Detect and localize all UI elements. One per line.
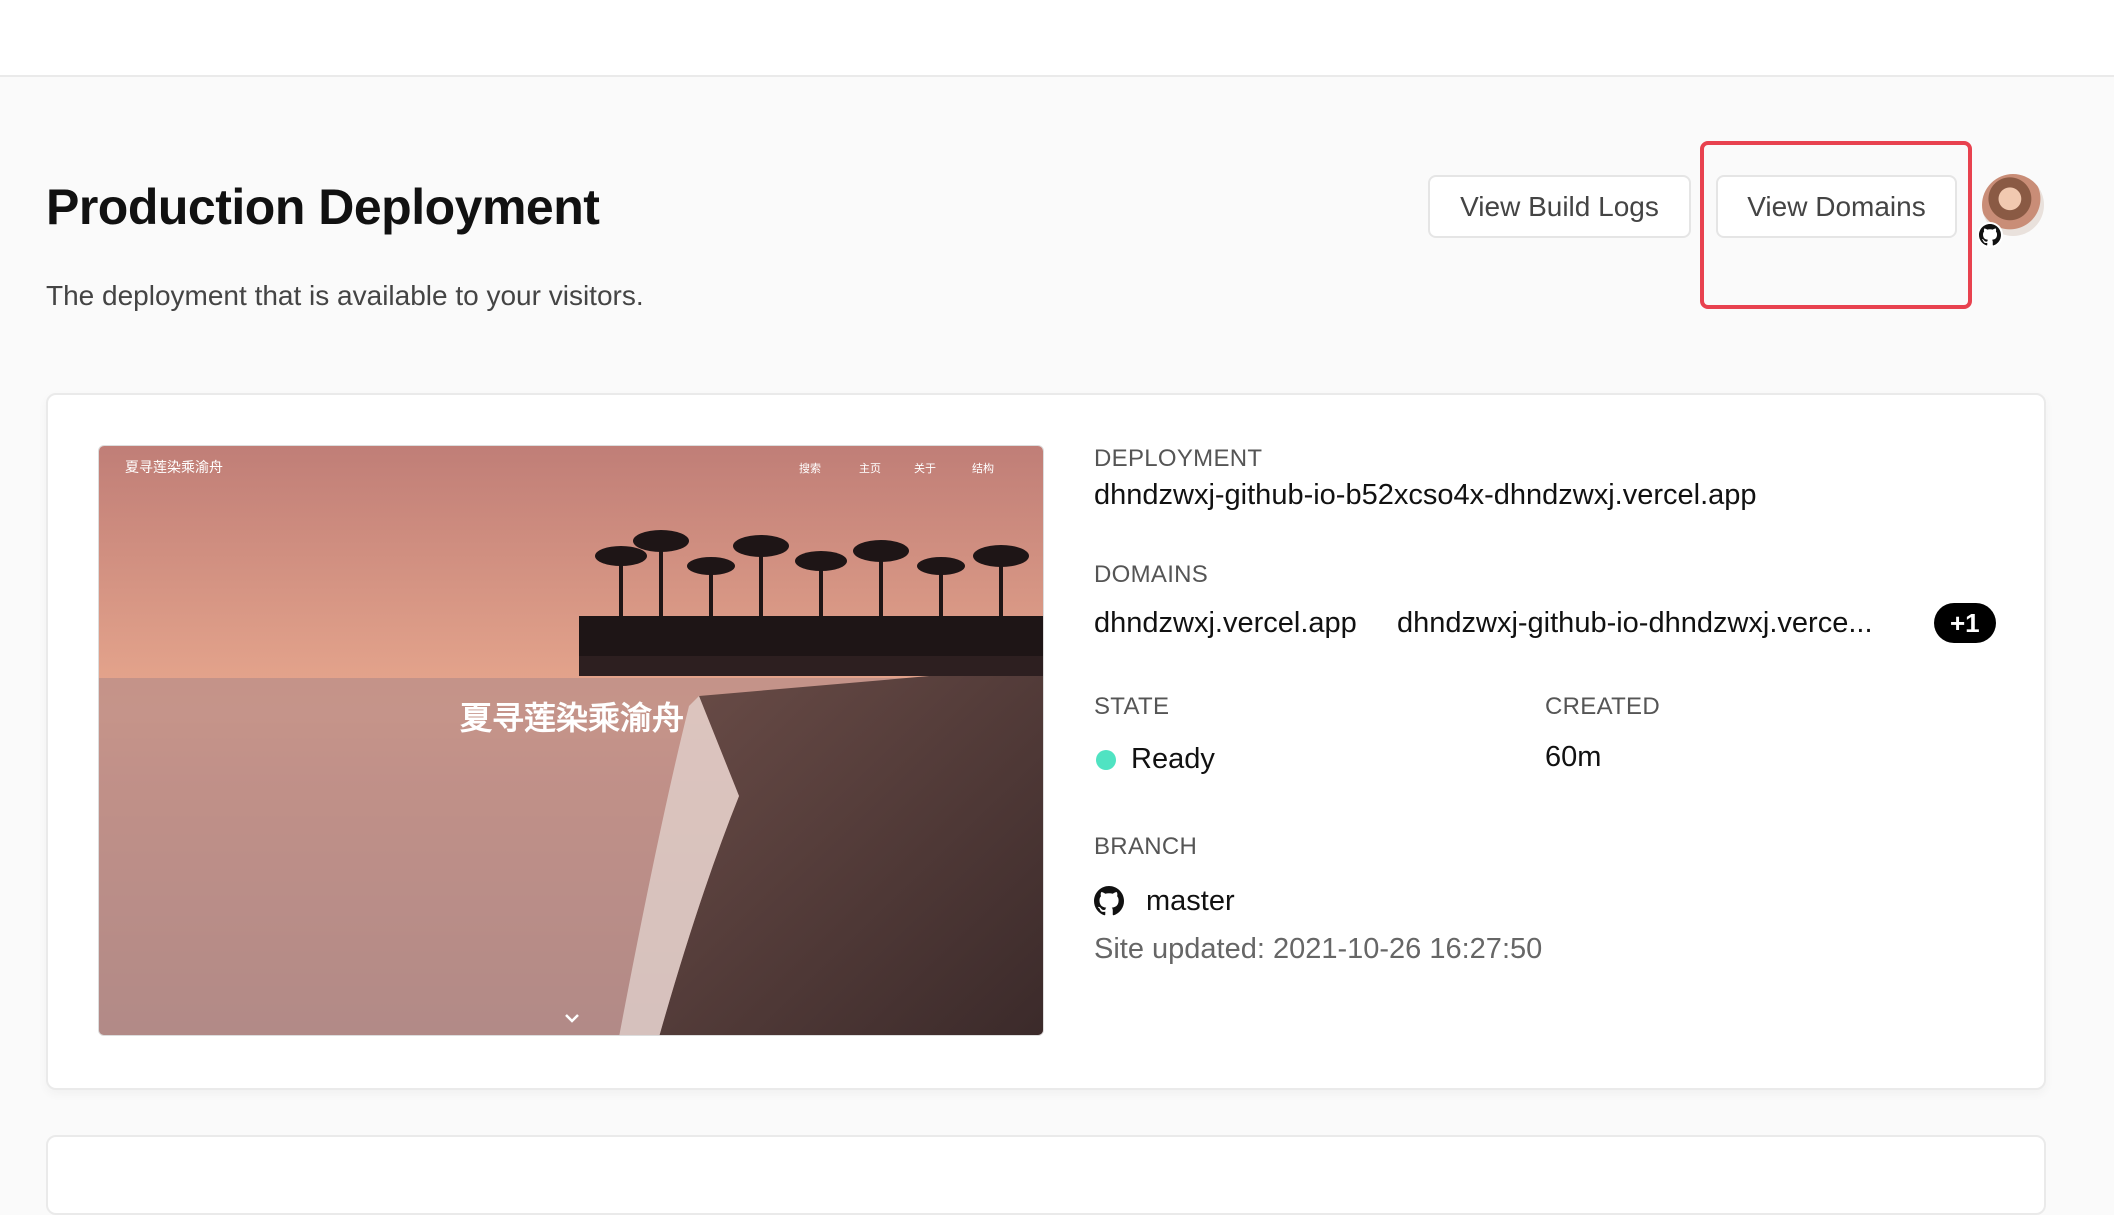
deployment-preview-screenshot[interactable]: 夏寻莲染乘渝舟 搜索 主页 关于 结构 夏寻莲染乘渝舟: [98, 445, 1044, 1036]
created-label: CREATED: [1545, 693, 1660, 720]
github-icon: [1977, 222, 2003, 248]
view-domains-button[interactable]: View Domains: [1716, 175, 1957, 238]
preview-nav-item: 结构: [972, 461, 994, 475]
state-label: STATE: [1094, 693, 1170, 720]
github-icon: [1094, 886, 1124, 921]
view-build-logs-button[interactable]: View Build Logs: [1428, 175, 1691, 238]
preview-site-title: 夏寻莲染乘渝舟: [125, 460, 223, 476]
deployment-label: DEPLOYMENT: [1094, 445, 1263, 472]
preview-nav-item: 搜索: [799, 461, 821, 475]
page-subtitle: The deployment that is available to your…: [46, 280, 644, 311]
preview-hero-title: 夏寻莲染乘渝舟: [460, 699, 684, 737]
domain-link[interactable]: dhndzwxj-github-io-dhndzwxj.verce...: [1397, 607, 1873, 640]
preview-nav-item: 关于: [914, 461, 936, 475]
status-value: Ready: [1131, 743, 1215, 775]
created-value: 60m: [1545, 741, 1602, 773]
domains-label: DOMAINS: [1094, 561, 1209, 588]
next-section-card: [46, 1135, 2046, 1215]
status-dot: [1096, 750, 1116, 770]
preview-nav-item: 主页: [859, 462, 881, 475]
production-deployment-card: 夏寻莲染乘渝舟 搜索 主页 关于 结构 夏寻莲染乘渝舟 DEPLOYMENT d…: [46, 393, 2046, 1090]
deployment-url-link[interactable]: dhndzwxj-github-io-b52xcso4x-dhndzwxj.ve…: [1094, 479, 1757, 512]
domain-link[interactable]: dhndzwxj.vercel.app: [1094, 607, 1357, 640]
top-navigation-bar: [0, 0, 2114, 77]
more-domains-badge[interactable]: +1: [1934, 603, 1996, 643]
page-title: Production Deployment: [46, 179, 600, 235]
commit-message-link[interactable]: Site updated: 2021-10-26 16:27:50: [1094, 933, 1542, 966]
branch-label: BRANCH: [1094, 833, 1198, 860]
branch-link[interactable]: master: [1146, 885, 1235, 918]
